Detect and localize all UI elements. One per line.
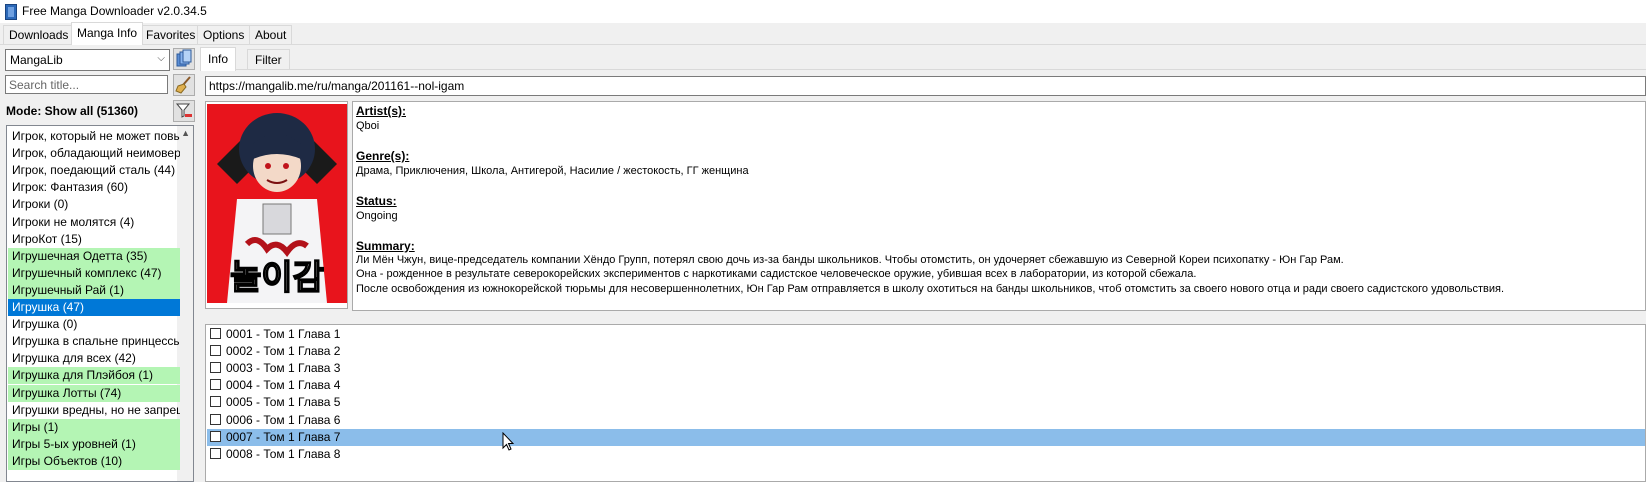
tab-downloads[interactable]: Downloads — [3, 25, 75, 44]
chapter-row[interactable]: 0004 - Том 1 Глава 4 — [207, 377, 1645, 394]
title-list-item[interactable]: Игрушка для всех (42) — [8, 350, 180, 367]
chapter-checkbox[interactable] — [210, 447, 221, 459]
title-list-item[interactable]: Игрушка (0) — [8, 316, 180, 333]
chapter-row[interactable]: 0007 - Том 1 Глава 7 — [207, 428, 1645, 446]
title-list-item[interactable]: Игрушки вредны, но не запрещ — [8, 402, 180, 419]
filter-clear-icon — [175, 103, 192, 118]
source-select[interactable]: MangaLib ⌵ — [5, 49, 170, 71]
artist-heading: Artist(s): — [356, 104, 406, 118]
chapter-row[interactable]: 0003 - Том 1 Глава 3 — [207, 360, 1645, 377]
title-list-item[interactable]: Игрушка для Плэйбоя (1) — [8, 367, 180, 385]
chapter-label: 0002 - Том 1 Глава 2 — [226, 344, 341, 359]
subtab-info[interactable]: Info — [200, 47, 237, 71]
title-list-item[interactable]: Игрок: Фантазия (60) — [8, 179, 180, 196]
app-icon — [5, 4, 17, 20]
chapter-label: 0005 - Том 1 Глава 5 — [226, 395, 341, 410]
subtab-divider — [200, 69, 1646, 70]
title-list-item[interactable]: Игры 5-ых уровней (1) — [8, 435, 180, 453]
summary-heading: Summary: — [356, 239, 415, 253]
tab-manga-info[interactable]: Manga Info — [71, 22, 144, 45]
summary-line: Ли Мён Чжун, вице-председатель компании … — [356, 254, 1344, 266]
cover-title: 놀이감 — [230, 258, 324, 298]
chapter-label: 0007 - Том 1 Глава 7 — [226, 429, 341, 444]
summary-line: Она - рожденное в результате северокорей… — [356, 268, 1197, 280]
genre-value: Драма, Приключения, Школа, Антигерой, На… — [356, 165, 749, 177]
title-list-item[interactable]: Игрушечный комплекс (47) — [8, 264, 180, 282]
title-list-item[interactable]: Игрушка Лотты (74) — [8, 384, 180, 402]
chapter-row[interactable]: 0006 - Том 1 Глава 6 — [207, 412, 1645, 429]
chapter-list[interactable]: 0001 - Том 1 Глава 1 0002 - Том 1 Глава 2… — [205, 324, 1646, 482]
scroll-up-icon[interactable]: ▲ — [181, 128, 190, 138]
title-list-item[interactable]: Игрушка в спальне принцессы — [8, 333, 180, 350]
chevron-down-icon: ⌵ — [157, 53, 165, 64]
clear-search-button[interactable] — [173, 74, 195, 96]
chapter-row[interactable]: 0001 - Том 1 Глава 1 — [207, 326, 1645, 343]
source-select-value: MangaLib — [10, 53, 63, 67]
title-list-item[interactable]: Игрок, поедающий сталь (44) — [8, 162, 180, 179]
manga-url-field[interactable]: https://mangalib.me/ru/manga/201161--nol… — [205, 76, 1646, 96]
title-list-item[interactable]: Игрок, обладающий неимоверн — [8, 145, 180, 162]
library-button[interactable] — [173, 48, 195, 70]
chapter-label: 0001 - Том 1 Глава 1 — [226, 327, 341, 341]
chapter-label: 0003 - Том 1 Глава 3 — [226, 361, 341, 376]
chapter-row[interactable]: 0002 - Том 1 Глава 2 — [207, 343, 1645, 360]
chapter-checkbox[interactable] — [210, 379, 221, 391]
title-list-item[interactable]: Игры Объектов (10) — [8, 452, 180, 470]
info-panel: Artist(s): Qboi Genre(s): Драма, Приключ… — [352, 101, 1646, 311]
title-list-item[interactable]: Игрок, который не может повы — [8, 128, 180, 145]
chapter-checkbox[interactable] — [210, 345, 221, 357]
subtab-filter[interactable]: Filter — [247, 49, 290, 70]
title-list-item[interactable]: Игрушка (47) — [8, 299, 180, 316]
title-list-item[interactable]: Игроки (0) — [8, 196, 180, 213]
chapter-row[interactable]: 0008 - Том 1 Глава 8 — [207, 446, 1645, 463]
artist-value: Qboi — [356, 120, 380, 132]
tab-favorites[interactable]: Favorites — [140, 25, 202, 44]
title-list-item[interactable]: ИгроКот (15) — [8, 231, 180, 248]
title-list[interactable]: ▲ Игрок, который не может повы Игрок, обл… — [6, 125, 194, 482]
books-icon — [176, 49, 192, 67]
chapter-label: 0006 - Том 1 Глава 6 — [226, 412, 341, 427]
genre-heading: Genre(s): — [356, 149, 410, 163]
tab-about[interactable]: About — [249, 25, 293, 44]
status-heading: Status: — [356, 194, 397, 208]
search-input[interactable] — [5, 75, 168, 94]
tab-options[interactable]: Options — [197, 25, 251, 44]
title-list-item[interactable]: Игроки не молятся (4) — [8, 214, 180, 231]
chapter-checkbox[interactable] — [210, 362, 221, 374]
title-list-item[interactable]: Игрушечный Рай (1) — [8, 281, 180, 299]
chapter-label: 0008 - Том 1 Глава 8 — [226, 446, 341, 461]
filter-button[interactable] — [173, 100, 195, 122]
title-bar — [0, 0, 1646, 23]
chapter-checkbox[interactable] — [210, 396, 221, 408]
chapter-checkbox[interactable] — [210, 328, 221, 339]
summary-line: После освобождения из южнокорейской тюрь… — [356, 283, 1505, 295]
title-list-item[interactable]: Игры (1) — [8, 418, 180, 436]
broom-icon — [175, 76, 191, 94]
cover-image: 놀이감 — [207, 104, 347, 303]
chapter-label: 0004 - Том 1 Глава 4 — [226, 378, 341, 393]
status-value: Ongoing — [356, 210, 398, 222]
mode-label: Mode: Show all (51360) — [6, 104, 139, 118]
mouse-cursor-icon — [502, 432, 514, 451]
chapter-checkbox[interactable] — [210, 430, 221, 442]
window-title: Free Manga Downloader v2.0.34.5 — [22, 4, 207, 18]
title-list-item[interactable]: Игрушечная Одетта (35) — [8, 247, 180, 265]
chapter-row[interactable]: 0005 - Том 1 Глава 5 — [207, 394, 1645, 411]
chapter-checkbox[interactable] — [210, 413, 221, 425]
